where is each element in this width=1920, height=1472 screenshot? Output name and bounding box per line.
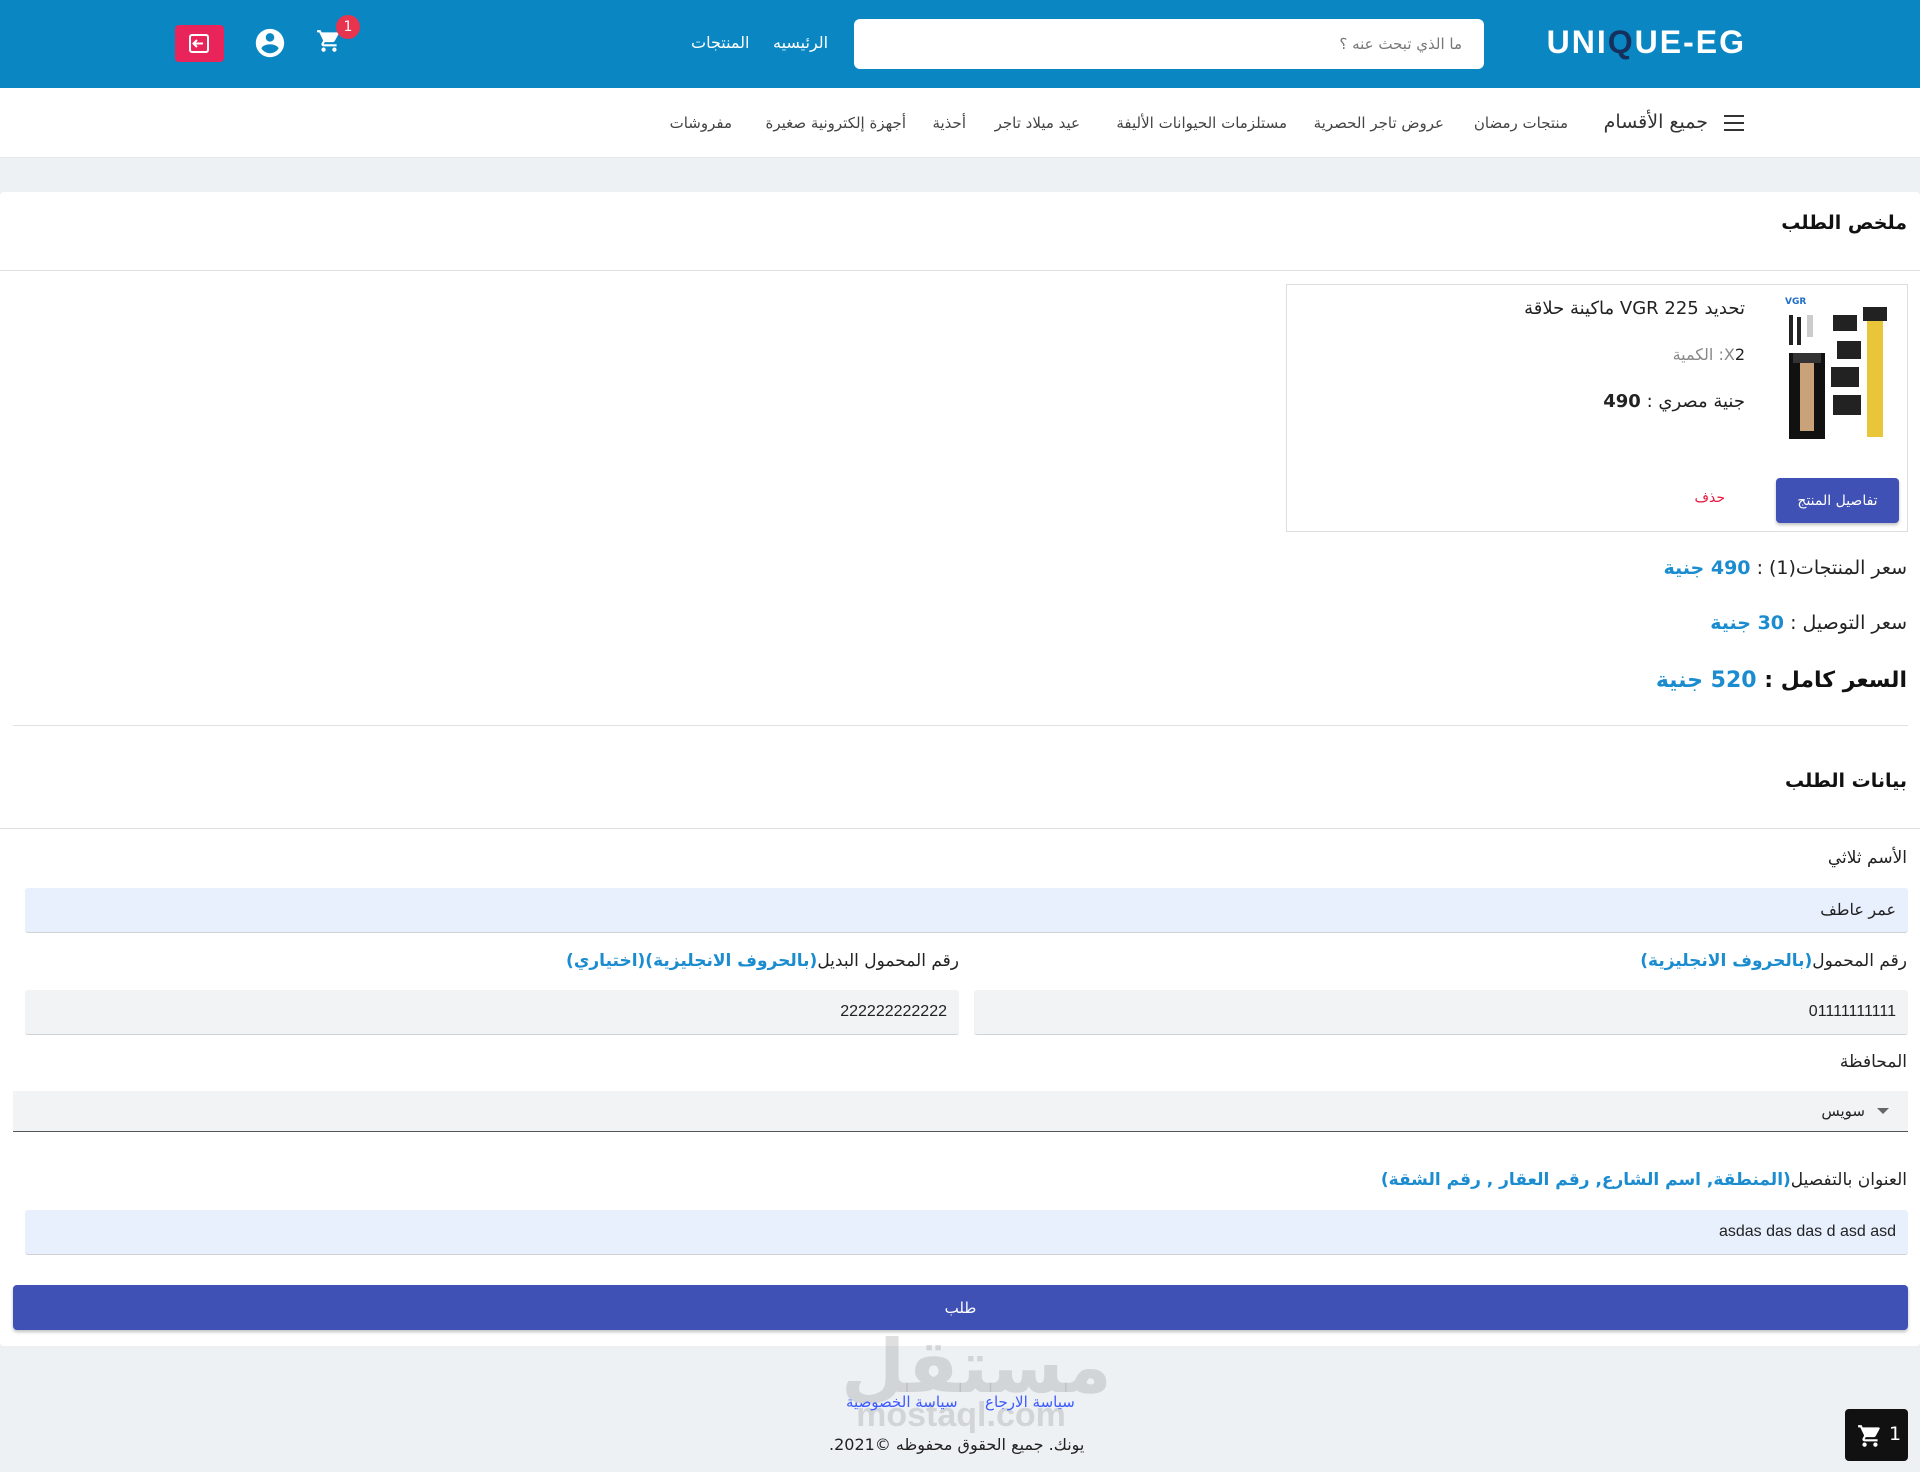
category-link[interactable]: عروض تاجر الحصرية	[1314, 114, 1444, 132]
quantity-value: 2	[1734, 345, 1745, 364]
dropdown-arrow-icon	[1877, 1108, 1889, 1114]
product-image: VGR	[1783, 295, 1893, 443]
svg-text:VGR: VGR	[1785, 297, 1806, 307]
product-title: ماكينة حلاقة VGR 225 تحديد	[1524, 298, 1745, 319]
category-link[interactable]: عيد ميلاد تاجر	[995, 114, 1080, 132]
address-label-text: العنوان بالتفصيل	[1790, 1170, 1907, 1190]
address-label: العنوان بالتفصيل(المنطقة, اسم الشارع, رق…	[1381, 1170, 1907, 1190]
delivery-price-label: سعر التوصيل :	[1790, 612, 1907, 634]
divider	[0, 270, 1920, 271]
category-link[interactable]: أجهزة إلكترونية صغيرة	[766, 114, 906, 132]
delete-item-link[interactable]: حذف	[1694, 490, 1725, 506]
site-logo[interactable]: UNIQUE-EG	[1547, 24, 1746, 61]
divider	[0, 828, 1920, 829]
copyright-text: .يونك. جميع الحقوق محفوظه ©2021	[829, 1435, 1085, 1454]
total-price-label: السعر كامل :	[1764, 668, 1907, 693]
products-price-value: 490 جنية	[1663, 557, 1751, 579]
search-input[interactable]	[854, 19, 1484, 69]
quantity-label: الكمية :X	[1672, 345, 1735, 364]
full-name-label: الأسم ثلاثي	[1827, 848, 1907, 868]
privacy-policy-link[interactable]: سياسة الخصوصية	[846, 1393, 958, 1411]
phone-input[interactable]	[974, 990, 1908, 1035]
nav-products-link[interactable]: المنتجات	[691, 33, 750, 52]
menu-icon[interactable]	[1724, 115, 1744, 131]
floating-cart-button[interactable]: 1	[1845, 1409, 1908, 1461]
total-price-row: السعر كامل : 520 جنية	[1656, 668, 1907, 693]
price-value: 490	[1603, 391, 1641, 412]
order-data-title: بيانات الطلب	[1784, 770, 1907, 792]
governorate-selected-value: سويس	[1821, 1102, 1865, 1120]
price-currency: : جنية مصري	[1646, 391, 1745, 412]
return-policy-link[interactable]: سياسة الارجاع	[985, 1393, 1075, 1411]
logout-icon	[189, 34, 209, 53]
top-header: UNIQUE-EG الرئيسيه المنتجات 1	[0, 0, 1920, 88]
logo-text-q: Q	[1607, 24, 1635, 60]
alt-phone-label-hint: (بالحروف الانجليزية)(اختياري)	[566, 951, 818, 971]
logo-text-start: UNI	[1546, 24, 1608, 60]
all-categories-link[interactable]: جميع الأقسام	[1604, 111, 1708, 133]
full-name-input[interactable]	[25, 888, 1908, 933]
divider	[13, 725, 1908, 726]
category-link[interactable]: مستلزمات الحيوانات الأليفة	[1116, 114, 1287, 132]
phone-label-text: رقم المحمول	[1812, 951, 1907, 971]
category-bar: جميع الأقسام منتجات رمضان عروض تاجر الحص…	[0, 88, 1920, 158]
logo-text-end: UE-EG	[1634, 24, 1746, 60]
address-label-hint: (المنطقة, اسم الشارع, رقم العقار , رقم ا…	[1380, 1170, 1791, 1190]
logout-button[interactable]	[175, 25, 224, 62]
phone-label: رقم المحمول(بالحروف الانجليزية)	[1640, 951, 1907, 971]
cart-product-card: VGR ماكينة حلاقة VGR 225 تحديد الكمية :X…	[1286, 284, 1908, 532]
category-link[interactable]: مفروشات	[670, 114, 732, 132]
phone-label-hint: (بالحروف الانجليزية)	[1640, 951, 1813, 971]
floating-cart-count: 1	[1889, 1423, 1902, 1445]
product-quantity: الكمية :X2	[1673, 345, 1745, 364]
category-link[interactable]: منتجات رمضان	[1474, 114, 1568, 132]
cart-icon	[1858, 1425, 1880, 1447]
order-summary-title: ملخص الطلب	[1781, 212, 1907, 234]
product-price: 490 : جنية مصري	[1603, 391, 1745, 412]
total-price-value: 520 جنية	[1655, 668, 1757, 693]
watermark: مستقل mostaql.com	[841, 1330, 1112, 1432]
product-details-button[interactable]: تفاصيل المنتج	[1776, 478, 1899, 523]
delivery-price-value: 30 جنية	[1710, 612, 1785, 634]
address-input[interactable]	[25, 1210, 1908, 1255]
cart-count-badge: 1	[336, 15, 360, 39]
nav-home-link[interactable]: الرئيسيه	[773, 33, 828, 52]
products-price-label: سعر المنتجات(1) :	[1756, 557, 1907, 579]
alt-phone-label-text: رقم المحمول البديل	[817, 951, 959, 971]
governorate-select[interactable]: سويس	[13, 1091, 1908, 1132]
delivery-price-row: سعر التوصيل : 30 جنية	[1710, 612, 1907, 634]
alt-phone-input[interactable]	[25, 990, 959, 1035]
category-link[interactable]: أحذية	[932, 114, 966, 132]
governorate-label: المحافظة	[1839, 1052, 1907, 1072]
user-icon[interactable]	[253, 26, 287, 60]
alt-phone-label: رقم المحمول البديل(بالحروف الانجليزية)(ا…	[566, 951, 959, 971]
products-price-row: سعر المنتجات(1) : 490 جنية	[1664, 557, 1908, 579]
